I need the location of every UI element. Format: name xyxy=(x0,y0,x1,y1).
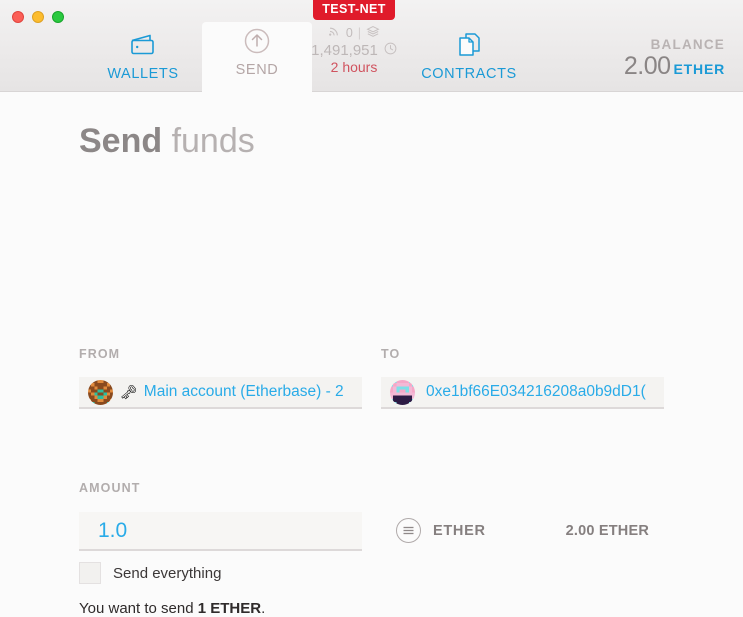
unit-selector-row: ETHER 2.00 ETHER xyxy=(396,518,649,543)
balance-value: 2.00 xyxy=(623,52,671,80)
summary-suffix: . xyxy=(261,600,266,617)
page-title-rest: funds xyxy=(162,122,255,160)
tab-send-label: SEND xyxy=(235,62,279,78)
page-title: Send funds xyxy=(79,122,255,161)
tab-wallets[interactable]: WALLETS xyxy=(88,26,198,92)
identicon-from-avatar xyxy=(88,379,113,405)
menu-circle-icon[interactable] xyxy=(396,518,421,543)
summary-amount: 1 ETHER xyxy=(197,600,262,617)
block-number-row: 1,491,951 xyxy=(304,42,404,59)
peer-count: 0 xyxy=(345,25,353,40)
layers-icon xyxy=(366,25,380,41)
peer-count-row: 0 | xyxy=(304,25,404,41)
tab-send[interactable]: SEND xyxy=(202,22,312,92)
network-status: TEST-NET 0 | 1,491,951 2 hours xyxy=(304,0,404,75)
title-bar: WALLETS SEND CONTRACTS TEST-NET 0 | 1,49… xyxy=(0,0,743,93)
balance-amount-row: 2.00 ETHER xyxy=(624,52,725,81)
send-everything-checkbox[interactable] xyxy=(79,562,101,584)
key-icon: 🗝 xyxy=(120,383,138,400)
tab-wallets-label: WALLETS xyxy=(107,66,179,82)
available-balance: 2.00 ETHER xyxy=(565,522,649,539)
to-address-text: 0xe1bf66E034216208a0b9dD1( xyxy=(426,383,646,400)
tab-contracts-label: CONTRACTS xyxy=(421,66,517,82)
unit-name[interactable]: ETHER xyxy=(433,523,486,539)
signal-icon xyxy=(328,25,341,40)
documents-icon xyxy=(454,30,484,60)
send-summary: You want to send 1 ETHER. xyxy=(79,600,265,617)
up-arrow-circle-icon xyxy=(242,26,272,56)
from-label: FROM xyxy=(79,347,121,361)
clock-icon xyxy=(384,42,397,59)
from-account-text: Main account (Etherbase) - 2 xyxy=(143,383,344,400)
block-number: 1,491,951 xyxy=(311,41,378,59)
amount-label: AMOUNT xyxy=(79,481,141,495)
to-label: TO xyxy=(381,347,401,361)
identicon-to-avatar xyxy=(390,379,415,405)
status-divider: | xyxy=(357,25,362,40)
send-funds-page: Send funds FROM 🗝 Main account (Etherbas… xyxy=(0,92,743,617)
wallet-icon xyxy=(128,30,158,60)
send-everything-row[interactable]: Send everything xyxy=(79,562,221,584)
time-since-block: 2 hours xyxy=(330,58,378,75)
balance-unit: ETHER xyxy=(673,61,725,77)
from-account-select[interactable]: 🗝 Main account (Etherbase) - 2 xyxy=(79,377,362,409)
summary-prefix: You want to send xyxy=(79,600,198,617)
network-badge: TEST-NET xyxy=(313,0,395,20)
balance-label: BALANCE xyxy=(650,37,725,52)
to-address-select[interactable]: 0xe1bf66E034216208a0b9dD1( xyxy=(381,377,664,409)
tab-contracts[interactable]: CONTRACTS xyxy=(414,26,524,92)
balance-block: BALANCE 2.00 ETHER xyxy=(624,37,725,81)
amount-input[interactable] xyxy=(79,512,362,551)
send-everything-label: Send everything xyxy=(113,564,222,582)
page-title-strong: Send xyxy=(79,122,163,160)
